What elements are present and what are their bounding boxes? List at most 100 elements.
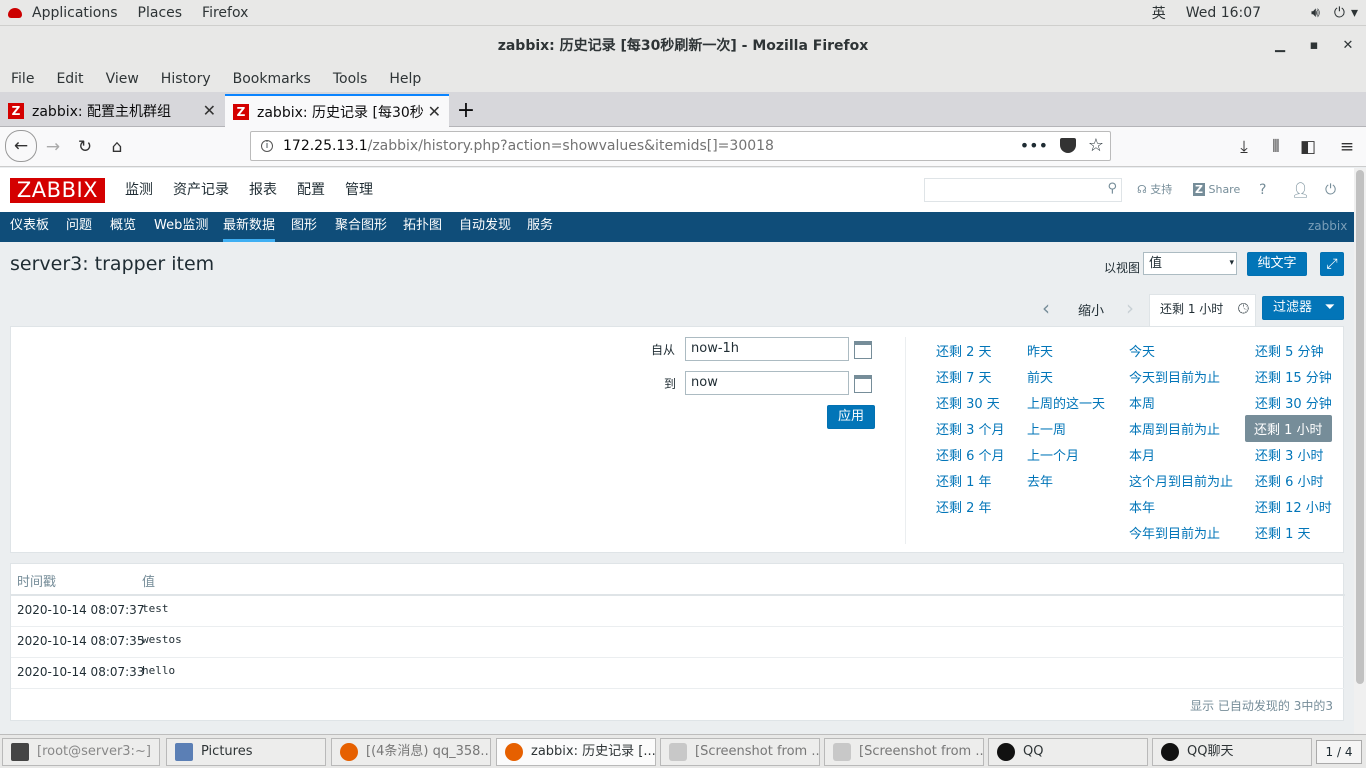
quick-range[interactable]: 今天 — [1129, 341, 1155, 360]
minimize-button[interactable]: ▁ — [1264, 26, 1296, 66]
quick-range[interactable]: 上一个月 — [1027, 445, 1079, 464]
task-qq-chat[interactable]: QQ聊天 — [1152, 738, 1312, 766]
task-firefox-zabbix[interactable]: zabbix: 历史记录 [... — [496, 738, 656, 766]
search-icon[interactable]: ⚲ — [1107, 181, 1117, 196]
input-method-indicator[interactable]: 英 — [1142, 3, 1176, 23]
pocket-icon[interactable] — [1060, 138, 1076, 153]
menu-history[interactable]: History — [150, 71, 222, 87]
calendar-icon[interactable] — [854, 341, 872, 359]
quick-range[interactable]: 上周的这一天 — [1027, 393, 1105, 412]
calendar-icon[interactable] — [854, 375, 872, 393]
quick-range[interactable]: 还剩 30 天 — [936, 393, 1000, 412]
maximize-button[interactable]: ▪ — [1298, 26, 1330, 66]
reload-button[interactable]: ↻ — [70, 133, 100, 161]
filter-button[interactable]: 过滤器 ⏷ — [1262, 296, 1344, 320]
menu-file[interactable]: File — [0, 71, 45, 87]
quick-range[interactable]: 还剩 7 天 — [936, 367, 992, 386]
bookmark-star-icon[interactable]: ☆ — [1088, 132, 1104, 160]
user-profile-icon[interactable]: 👤︎ — [1291, 168, 1310, 212]
topmenu-configuration[interactable]: 配置 — [297, 168, 325, 212]
close-icon[interactable]: ✕ — [428, 102, 441, 121]
quick-range[interactable]: 还剩 15 分钟 — [1255, 367, 1332, 386]
quick-range[interactable]: 还剩 1 年 — [936, 471, 992, 490]
apply-button[interactable]: 应用 — [827, 405, 875, 429]
menu-edit[interactable]: Edit — [45, 71, 94, 87]
home-icon[interactable]: ⌂ — [102, 133, 132, 161]
to-input[interactable]: now — [685, 371, 849, 395]
page-scrollbar[interactable] — [1354, 168, 1366, 734]
menu-view[interactable]: View — [95, 71, 150, 87]
quick-range[interactable]: 上一周 — [1027, 419, 1066, 438]
applications-menu[interactable]: Applications — [22, 5, 128, 21]
quick-range[interactable]: 今天到目前为止 — [1129, 367, 1220, 386]
zoom-out-button[interactable]: 缩小 — [1078, 300, 1104, 319]
fullscreen-icon[interactable]: ⤢ — [1320, 252, 1344, 276]
subnav-screens[interactable]: 聚合图形 — [335, 212, 387, 242]
quick-range[interactable]: 这个月到目前为止 — [1129, 471, 1233, 490]
quick-range[interactable]: 本月 — [1129, 445, 1155, 464]
quick-range[interactable]: 还剩 30 分钟 — [1255, 393, 1332, 412]
task-qq[interactable]: QQ — [988, 738, 1148, 766]
forward-button[interactable]: → — [38, 133, 68, 161]
search-input[interactable]: ⚲ — [924, 178, 1122, 202]
new-tab-button[interactable]: + — [452, 94, 480, 127]
quick-range[interactable]: 本周到目前为止 — [1129, 419, 1220, 438]
library-icon[interactable]: ⫴ — [1261, 133, 1291, 161]
quick-range[interactable]: 还剩 2 年 — [936, 497, 992, 516]
quick-range[interactable]: 还剩 2 天 — [936, 341, 992, 360]
topmenu-administration[interactable]: 管理 — [345, 168, 373, 212]
from-input[interactable]: now-1h — [685, 337, 849, 361]
help-button[interactable]: ? — [1259, 168, 1266, 212]
share-link[interactable]: Z Share — [1193, 168, 1240, 212]
topmenu-reports[interactable]: 报表 — [249, 168, 277, 212]
plaintext-button[interactable]: 纯文字 — [1247, 252, 1307, 276]
task-firefox-csdn[interactable]: [(4条消息) qq_358... — [331, 738, 491, 766]
support-link[interactable]: ☊ 支持 — [1137, 168, 1172, 212]
quick-range-selected[interactable]: 还剩 1 小时 — [1245, 415, 1332, 442]
subnav-dashboard[interactable]: 仪表板 — [10, 212, 49, 242]
menu-bookmarks[interactable]: Bookmarks — [222, 71, 322, 87]
quick-range[interactable]: 今年到目前为止 — [1129, 523, 1220, 542]
quick-range[interactable]: 本周 — [1129, 393, 1155, 412]
quick-range[interactable]: 昨天 — [1027, 341, 1053, 360]
clock[interactable]: Wed 16:07 — [1176, 5, 1301, 21]
subnav-overview[interactable]: 概览 — [110, 212, 136, 242]
quick-range[interactable]: 还剩 6 个月 — [936, 445, 1005, 464]
zabbix-logo[interactable]: ZABBIX — [10, 178, 105, 203]
subnav-latest-data[interactable]: 最新数据 — [223, 212, 276, 242]
quick-range[interactable]: 还剩 1 天 — [1255, 523, 1311, 542]
quick-range[interactable]: 还剩 3 小时 — [1255, 445, 1324, 464]
previous-period-icon[interactable]: ‹ — [1042, 296, 1050, 320]
close-icon[interactable]: ✕ — [203, 101, 216, 120]
page-actions-icon[interactable]: ••• — [1020, 132, 1048, 160]
hamburger-menu-icon[interactable]: ≡ — [1332, 133, 1362, 161]
menu-help[interactable]: Help — [378, 71, 432, 87]
logout-icon[interactable]: ⏻ — [1325, 168, 1336, 212]
subnav-discovery[interactable]: 自动发现 — [459, 212, 511, 242]
quick-range[interactable]: 还剩 6 小时 — [1255, 471, 1324, 490]
back-button[interactable]: ← — [5, 130, 37, 162]
quick-range[interactable]: 还剩 5 分钟 — [1255, 341, 1324, 360]
chevron-down-icon[interactable]: ▾ — [1349, 5, 1366, 21]
downloads-icon[interactable]: ⤓ — [1229, 133, 1259, 161]
power-icon[interactable]: ⏻ — [1330, 5, 1349, 21]
view-as-select[interactable]: 值 ▾ — [1143, 252, 1237, 275]
sidebar-icon[interactable]: ◧ — [1293, 133, 1323, 161]
quick-range[interactable]: 去年 — [1027, 471, 1053, 490]
task-screenshot-2[interactable]: [Screenshot from ... — [824, 738, 984, 766]
next-period-icon[interactable]: › — [1126, 296, 1134, 320]
workspace-switcher[interactable]: 1 / 4 — [1316, 740, 1362, 764]
subnav-problems[interactable]: 问题 — [66, 212, 92, 242]
subnav-services[interactable]: 服务 — [527, 212, 553, 242]
close-window-button[interactable]: ✕ — [1332, 26, 1364, 66]
subnav-web[interactable]: Web监测 — [154, 212, 208, 242]
places-menu[interactable]: Places — [128, 5, 193, 21]
volume-icon[interactable]: 🔊︎ — [1301, 5, 1330, 21]
time-range-tab[interactable]: 还剩 1 小时 🕓︎ — [1149, 294, 1256, 327]
tab-host-groups[interactable]: Z zabbix: 配置主机群组 ✕ — [0, 94, 224, 127]
quick-range[interactable]: 还剩 3 个月 — [936, 419, 1005, 438]
quick-range[interactable]: 还剩 12 小时 — [1255, 497, 1332, 516]
topmenu-monitoring[interactable]: 监测 — [125, 168, 153, 212]
task-pictures[interactable]: Pictures — [166, 738, 326, 766]
subnav-maps[interactable]: 拓扑图 — [403, 212, 442, 242]
